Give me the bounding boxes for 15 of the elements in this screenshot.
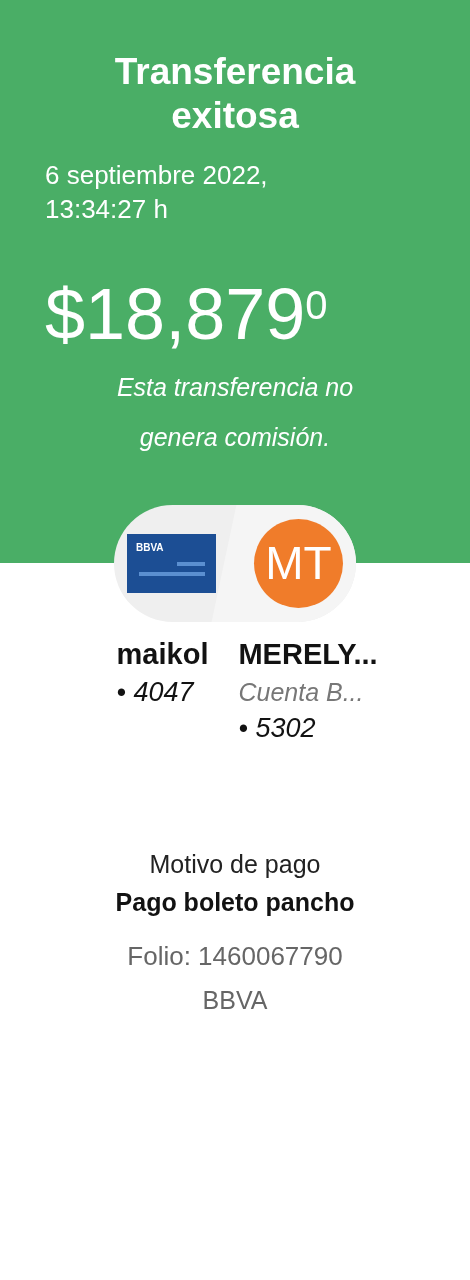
transfer-amount: $18,879$^{0}$	[44, 274, 329, 354]
payment-reason: Pago boleto pancho	[115, 887, 355, 918]
page-title: Transferencia exitosa	[113, 50, 357, 138]
destination-name: MERELY...	[238, 637, 378, 672]
card-brand: BBVA	[136, 541, 164, 555]
folio-number: Folio: 1460067790	[127, 940, 343, 973]
bank-name: BBVA	[202, 985, 268, 1016]
account-type: Cuenta B...	[238, 677, 364, 708]
avatar-initials: MT	[265, 536, 332, 591]
payment-label: Motivo de pago	[149, 849, 321, 880]
destination-account: • 5302	[238, 712, 316, 745]
transfer-date: 6 septiembre 2022, 13:34:27 h	[44, 159, 269, 226]
origin-account: • 4047	[116, 676, 194, 709]
origin-name: maikol	[116, 637, 209, 672]
commission-note: Esta transferencia no genera comisión.	[115, 372, 355, 453]
